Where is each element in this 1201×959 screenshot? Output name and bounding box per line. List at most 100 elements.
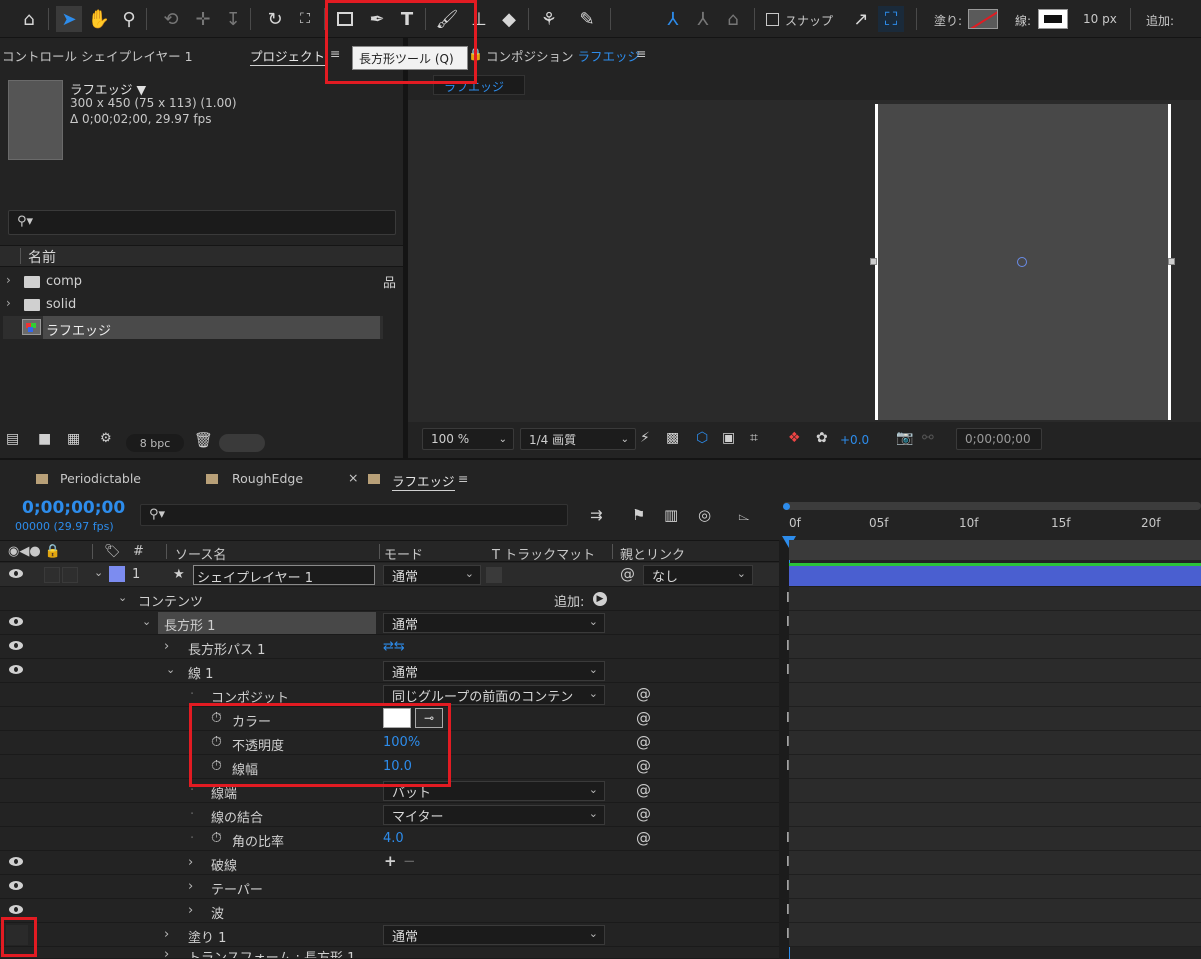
width-value[interactable]: 10.0 — [383, 759, 412, 774]
frame-blending-icon[interactable]: ▥ — [664, 506, 678, 524]
column-track-matte[interactable]: T トラックマット — [492, 544, 595, 563]
dolly-icon[interactable]: ↧ — [220, 6, 246, 32]
fill-mode-dropdown[interactable]: 通常 ⌄ — [383, 925, 605, 945]
layer-row[interactable]: ⌄ 1 ★ シェイプレイヤー 1 通常 ⌄ @ なし ⌄ — [0, 563, 779, 587]
keyframe-marker-icon[interactable]: I — [786, 615, 790, 630]
column-mode[interactable]: モード — [384, 544, 423, 563]
resolution-dropdown[interactable]: 1/4 画質 ⌄ — [520, 428, 636, 450]
pickwhip-icon[interactable]: @ — [636, 805, 651, 823]
stopwatch-icon[interactable]: ⏱ — [211, 758, 222, 774]
camera-icon[interactable]: 📷 — [896, 430, 913, 446]
column-parent[interactable]: 親とリンク — [620, 544, 685, 563]
region-of-interest-icon[interactable]: ▣ — [722, 430, 735, 446]
audio-switch[interactable] — [44, 567, 60, 583]
chevron-down-icon[interactable]: ⌄ — [166, 663, 175, 676]
add-menu-label[interactable]: 追加: — [554, 591, 584, 610]
chevron-right-icon[interactable]: › — [164, 639, 169, 654]
pickwhip-icon[interactable]: @ — [636, 685, 651, 703]
keyframe-marker-icon[interactable]: I — [786, 927, 790, 942]
property-row[interactable]: › テーパー — [0, 875, 779, 899]
pickwhip-icon[interactable]: @ — [636, 829, 651, 847]
property-row[interactable]: › 塗り 1 通常 ⌄ — [0, 923, 779, 947]
flowchart-icon[interactable]: ⚙ — [100, 431, 112, 446]
zoom-icon[interactable]: ⚲ — [116, 6, 142, 32]
eye-icon[interactable] — [9, 617, 23, 626]
property-row[interactable]: ⌄ 線 1 通常 ⌄ — [0, 659, 779, 683]
stroke-width-value[interactable]: 10 px — [1083, 12, 1117, 26]
timecode-field[interactable]: 0;00;00;00 — [956, 428, 1042, 450]
tab-control[interactable]: コントロール シェイプレイヤー 1 — [2, 46, 193, 65]
project-search-input[interactable]: ⚲▾ — [8, 210, 396, 235]
parent-dropdown[interactable]: なし ⌄ — [643, 565, 753, 585]
property-row[interactable]: ⏱ 不透明度 100% @ — [0, 731, 779, 755]
show-snapshot-icon[interactable]: ⚯ — [922, 430, 934, 446]
keyframe-marker-icon[interactable]: I — [786, 591, 790, 606]
time-ruler[interactable]: 0f 05f 10f 15f 20f — [779, 498, 1201, 538]
panel-menu-icon[interactable]: ≡ — [330, 46, 340, 61]
chevron-right-icon[interactable]: › — [6, 273, 11, 287]
remove-dash-icon[interactable]: − — [403, 852, 416, 870]
pickwhip-icon[interactable]: @ — [636, 733, 651, 751]
property-row[interactable]: › トランスフォーム : 長方形 1 — [0, 947, 779, 959]
view-axis-icon[interactable]: ⌂ — [720, 6, 746, 32]
clone-stamp-icon[interactable]: ⊥ — [466, 6, 492, 32]
chevron-down-icon[interactable]: ⌄ — [142, 615, 151, 628]
orbit-icon[interactable]: ⟲ — [158, 6, 184, 32]
eye-icon[interactable] — [9, 569, 23, 578]
selection-icon[interactable]: ➤ — [56, 6, 82, 32]
list-item[interactable]: ラフエッジ — [3, 316, 383, 339]
zoom-dropdown[interactable]: 100 % ⌄ — [422, 428, 514, 450]
close-icon[interactable]: × — [348, 470, 358, 485]
pan-icon[interactable]: ✛ — [190, 6, 216, 32]
pickwhip-icon[interactable]: @ — [636, 781, 651, 799]
fill-visibility-toggle[interactable] — [6, 925, 28, 945]
roto-brush-icon[interactable]: ⚘ — [536, 6, 562, 32]
stopwatch-icon[interactable]: ⏱ — [211, 734, 222, 750]
rectangle-icon[interactable] — [332, 6, 358, 32]
track-matte-icon[interactable] — [486, 567, 502, 583]
world-axis-icon[interactable]: ⅄ — [690, 6, 716, 32]
add-label[interactable]: 追加: — [1146, 12, 1174, 29]
eye-icon[interactable] — [9, 905, 23, 914]
chevron-right-icon[interactable]: › — [188, 903, 193, 918]
stroke-swatch[interactable] — [1038, 9, 1068, 29]
keyframe-marker-icon[interactable]: I — [786, 663, 790, 678]
fill-swatch[interactable] — [968, 9, 998, 29]
work-area-bar[interactable] — [783, 502, 1201, 510]
transparency-grid-icon[interactable]: ▩ — [666, 430, 679, 446]
timeline-search-input[interactable]: ⚲▾ — [140, 504, 568, 526]
line-join-dropdown[interactable]: マイター ⌄ — [383, 805, 605, 825]
new-comp-icon[interactable]: ▦ — [67, 431, 80, 447]
property-row[interactable]: · 線端 バット ⌄ @ — [0, 779, 779, 803]
tab-timeline[interactable]: RoughEdge — [232, 471, 303, 486]
current-time[interactable]: 0;00;00;00 — [22, 498, 125, 518]
tab-timeline[interactable]: Periodictable — [60, 471, 141, 486]
comp-sub-tab[interactable]: ラフエッジ — [433, 75, 525, 95]
panel-menu-icon[interactable]: ≡ — [636, 46, 646, 61]
pickwhip-icon[interactable]: @ — [636, 757, 651, 775]
property-row[interactable]: ⌄ 長方形 1 通常 ⌄ — [0, 611, 779, 635]
puppet-pin-icon[interactable]: ✎ — [574, 6, 600, 32]
pickwhip-icon[interactable]: @ — [620, 565, 635, 583]
snap-options-icon[interactable]: ↗ — [848, 6, 874, 32]
chevron-right-icon[interactable]: › — [6, 296, 11, 310]
property-row[interactable]: › 破線 + − — [0, 851, 779, 875]
label-color-swatch[interactable] — [109, 566, 125, 582]
pickwhip-icon[interactable]: @ — [636, 709, 651, 727]
property-row[interactable]: · コンポジット 同じグループの前面のコンテン ⌄ @ — [0, 683, 779, 707]
brush-icon[interactable]: 🖌 — [434, 6, 460, 32]
left-handle[interactable] — [870, 258, 877, 265]
keyframe-marker-icon[interactable]: I — [786, 903, 790, 918]
line-cap-dropdown[interactable]: バット ⌄ — [383, 781, 605, 801]
stopwatch-icon[interactable]: ⏱ — [211, 710, 222, 726]
eyedropper-icon[interactable]: ⊸ — [415, 708, 443, 728]
chevron-down-icon[interactable]: ⌄ — [118, 591, 127, 604]
hand-icon[interactable]: ✋ — [86, 6, 112, 32]
keyframe-marker-icon[interactable]: I — [786, 735, 790, 750]
eye-icon[interactable] — [9, 641, 23, 650]
rect-group-label[interactable]: 長方形 1 — [164, 615, 215, 634]
pen-icon[interactable]: ✒ — [364, 6, 390, 32]
graph-editor-icon[interactable]: ⌳ — [738, 506, 750, 524]
list-item[interactable]: › solid — [0, 293, 403, 316]
draft-3d-icon[interactable]: ⚑ — [632, 506, 645, 524]
